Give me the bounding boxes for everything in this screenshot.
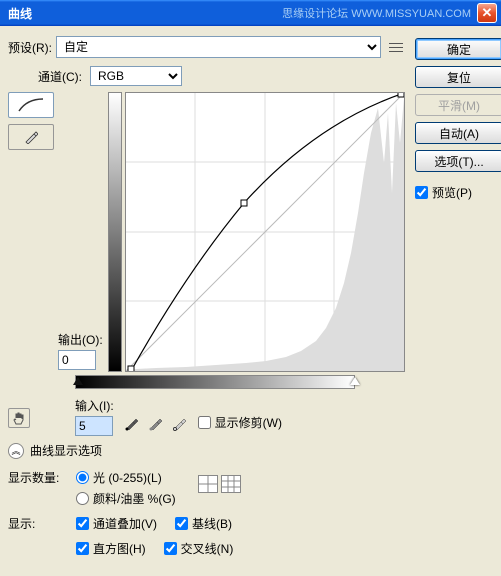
close-button[interactable]: ✕ [477,3,497,23]
dialog-content: 预设(R): 自定 通道(C): RGB 输出(O [0,26,501,576]
preset-label: 预设(R): [8,39,52,56]
preset-select[interactable]: 自定 [56,36,381,58]
preset-menu-icon[interactable] [387,38,405,56]
expand-toggle-icon[interactable]: ︽ [8,443,24,459]
show-label: 显示: [8,515,68,532]
output-label: 输出(O): [58,331,108,348]
channel-row: 通道(C): RGB [8,66,405,86]
ok-button[interactable]: 确定 [415,38,501,60]
cancel-button[interactable]: 复位 [415,66,501,88]
horizontal-gradient [75,375,355,389]
histogram-checkbox[interactable]: 直方图(H) [76,540,146,557]
show-amount-row: 显示数量: 光 (0-255)(L) 颜料/油墨 %(G) [8,469,405,511]
eyedropper-white-icon[interactable] [172,415,188,431]
curve-display-options-header: ︽ 曲线显示选项 [8,442,405,459]
input-input[interactable] [75,416,113,436]
eyedropper-group [124,415,188,431]
display-options-label: 曲线显示选项 [30,442,102,459]
hand-tool-button[interactable] [8,408,30,428]
eyedropper-black-icon[interactable] [124,415,140,431]
options-button[interactable]: 选项(T)... [415,150,501,172]
channel-label: 通道(C): [38,68,82,85]
black-point-slider[interactable] [73,377,83,385]
show-amount-label: 显示数量: [8,469,68,486]
preset-row: 预设(R): 自定 [8,36,405,58]
baseline-checkbox[interactable]: 基线(B) [175,515,232,532]
graph-area: 输出(O): [8,92,405,372]
eyedropper-gray-icon[interactable] [148,415,164,431]
intersection-checkbox[interactable]: 交叉线(N) [164,540,234,557]
watermark-text: 思缘设计论坛 WWW.MISSYUAN.COM [282,5,471,21]
curve-graph[interactable] [125,92,405,372]
channel-overlay-checkbox[interactable]: 通道叠加(V) [76,515,157,532]
titlebar: 曲线 思缘设计论坛 WWW.MISSYUAN.COM ✕ [0,0,501,26]
light-radio[interactable]: 光 (0-255)(L) [76,469,176,486]
input-label: 输入(I): [75,397,114,414]
output-input[interactable] [58,350,96,370]
show-row: 显示: 通道叠加(V) 基线(B) 直方图(H) 交叉线(N) [8,515,405,557]
preview-checkbox[interactable]: 预览(P) [415,184,501,201]
pigment-radio[interactable]: 颜料/油墨 %(G) [76,490,176,507]
grid-detailed-icon[interactable] [221,475,241,493]
vertical-gradient [108,92,122,372]
window-title: 曲线 [4,5,282,22]
channel-select[interactable]: RGB [90,66,182,86]
show-clipping-checkbox[interactable]: 显示修剪(W) [198,414,282,431]
auto-button[interactable]: 自动(A) [415,122,501,144]
pencil-tool-button[interactable] [8,124,54,150]
smooth-button[interactable]: 平滑(M) [415,94,501,116]
curve-tool-button[interactable] [8,92,54,118]
white-point-slider[interactable] [350,377,360,385]
grid-simple-icon[interactable] [198,475,218,493]
